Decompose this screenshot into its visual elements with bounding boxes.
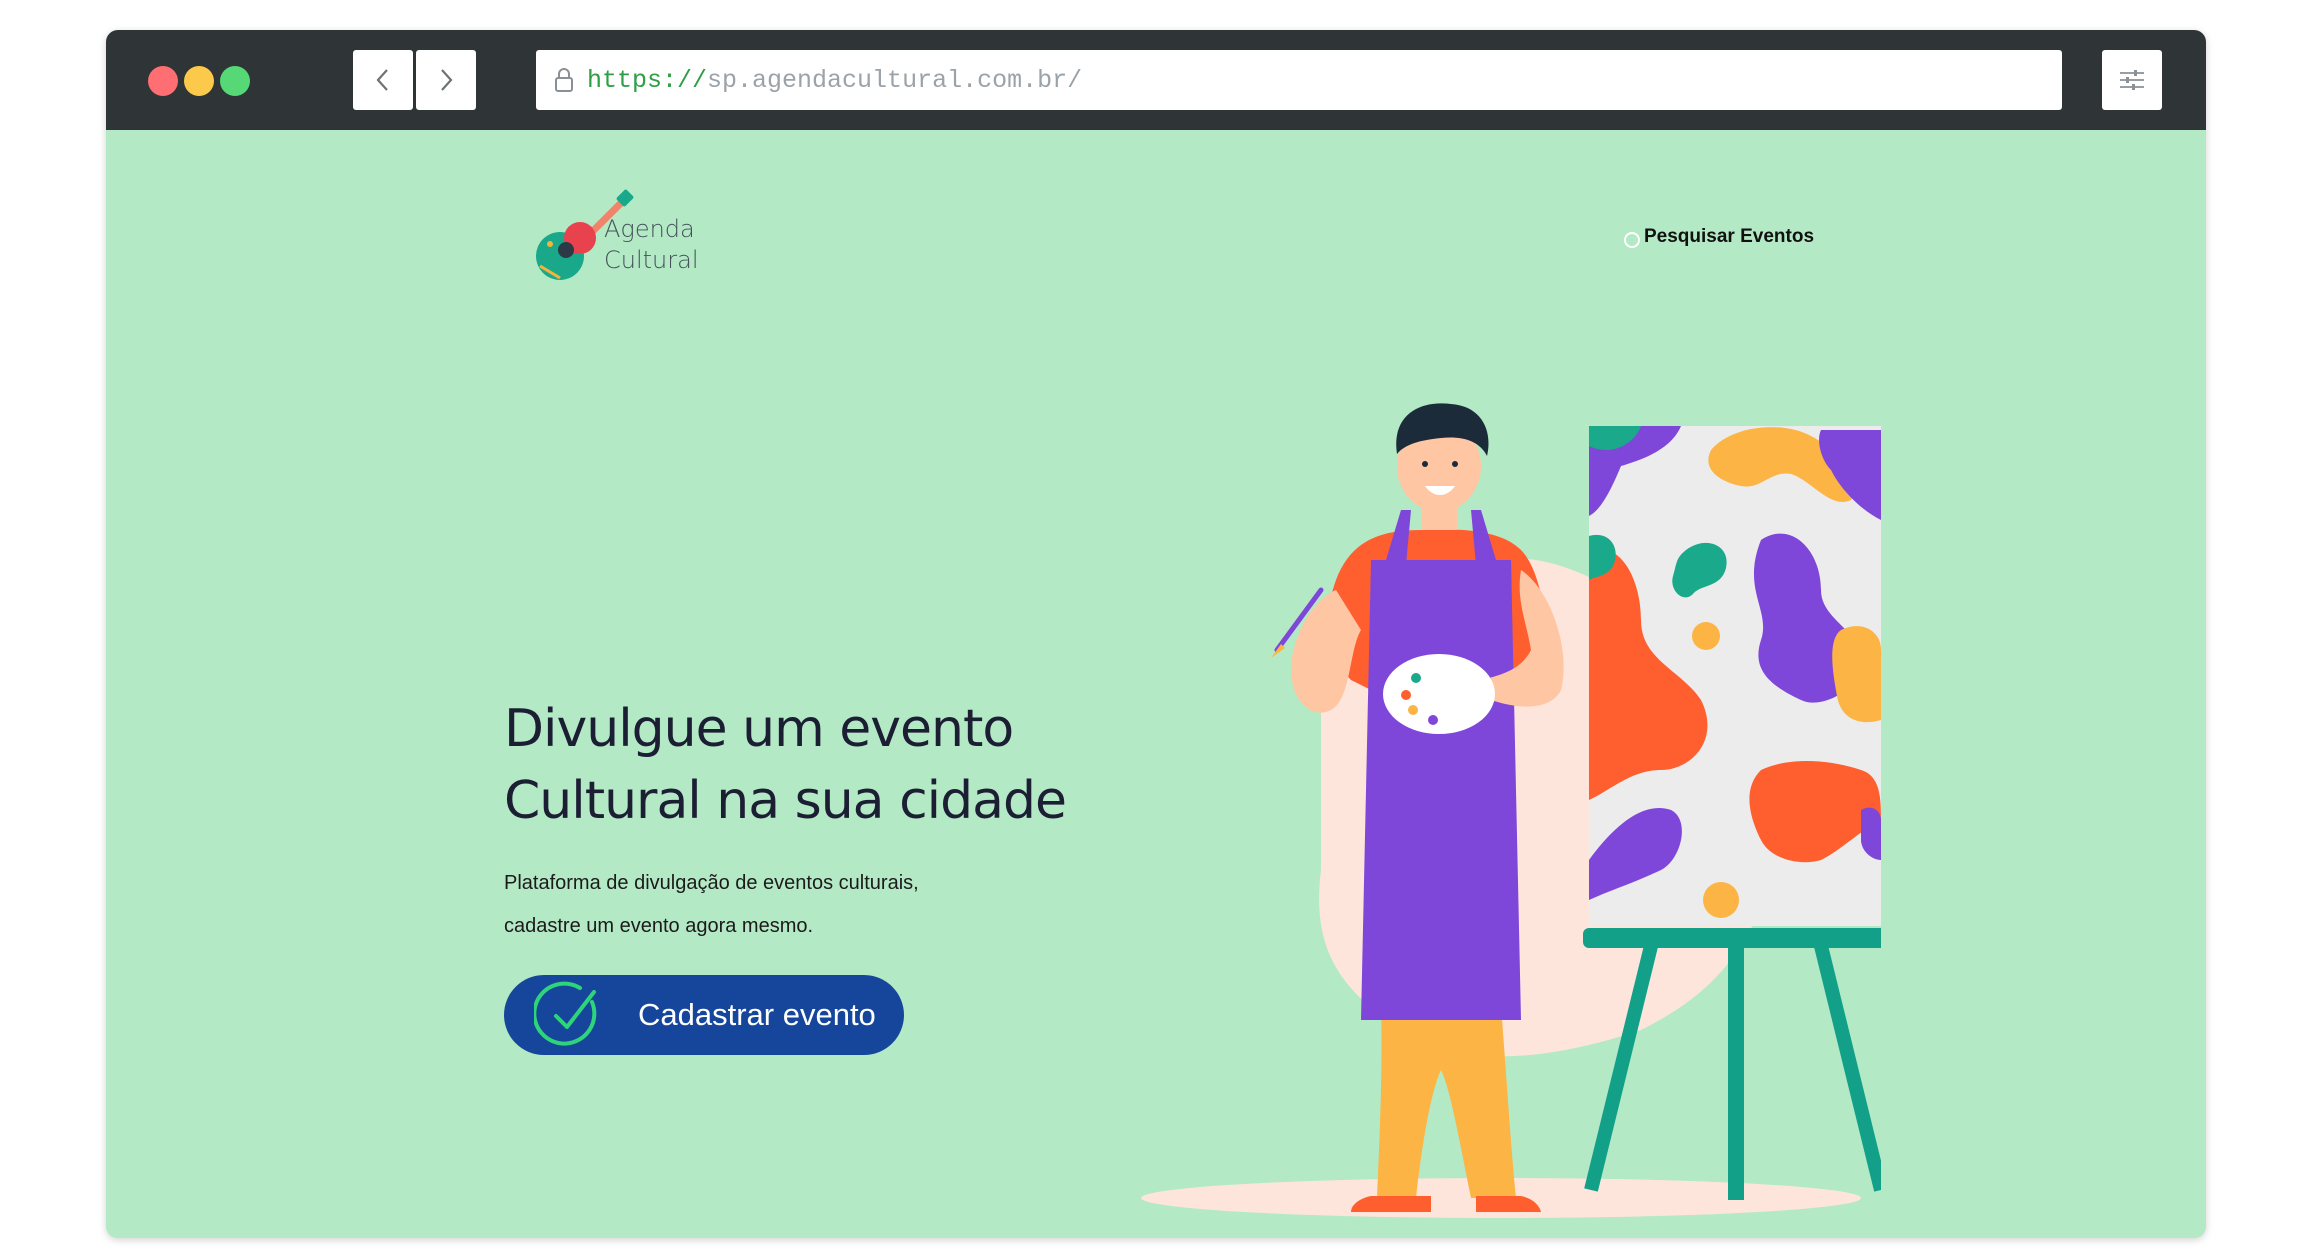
forward-button[interactable] — [416, 50, 476, 110]
hero-title-line1: Divulgue um evento — [504, 699, 1014, 759]
chevron-left-icon — [376, 69, 388, 91]
register-event-button[interactable]: Cadastrar evento — [504, 975, 904, 1055]
logo-line1: Agenda — [604, 215, 695, 243]
minimize-window-button[interactable] — [184, 66, 214, 96]
painter-illustration — [1141, 403, 1881, 1218]
hero-description-line1: Plataforma de divulgação de eventos cult… — [504, 872, 919, 894]
logo-line2: Cultural — [604, 246, 699, 274]
logo-text: Agenda Cultural — [604, 214, 699, 276]
check-circle-icon — [534, 981, 597, 1046]
lock-icon — [549, 65, 579, 95]
hero-description: Plataforma de divulgação de eventos cult… — [504, 862, 1104, 948]
back-button[interactable] — [353, 50, 413, 110]
hero-title-line2: Cultural na sua cidade — [504, 771, 1067, 831]
browser-window: https://sp.agendacultural.com.br/ Agenda… — [106, 30, 2206, 1238]
hero-description-line2: cadastre um evento agora mesmo. — [504, 915, 814, 937]
sliders-icon — [2120, 70, 2144, 90]
url-host: sp.agendacultural.com.br/ — [707, 65, 1083, 95]
browser-toolbar: https://sp.agendacultural.com.br/ — [106, 30, 2206, 130]
address-bar[interactable]: https://sp.agendacultural.com.br/ — [536, 50, 2062, 110]
register-event-label: Cadastrar evento — [638, 997, 876, 1032]
settings-button[interactable] — [2102, 50, 2162, 110]
close-window-button[interactable] — [148, 66, 178, 96]
page-content: Agenda Cultural Pesquisar Eventos Divulg… — [106, 130, 2206, 1238]
url-scheme: https:// — [587, 65, 708, 95]
hero-title: Divulgue um evento Cultural na sua cidad… — [504, 693, 1204, 837]
search-events-label: Pesquisar Eventos — [1644, 226, 1815, 247]
search-events-link[interactable]: Pesquisar Eventos — [1624, 226, 1814, 248]
url-text: https://sp.agendacultural.com.br/ — [587, 66, 1082, 95]
chevron-right-icon — [441, 69, 453, 91]
search-icon — [1624, 232, 1640, 248]
maximize-window-button[interactable] — [220, 66, 250, 96]
